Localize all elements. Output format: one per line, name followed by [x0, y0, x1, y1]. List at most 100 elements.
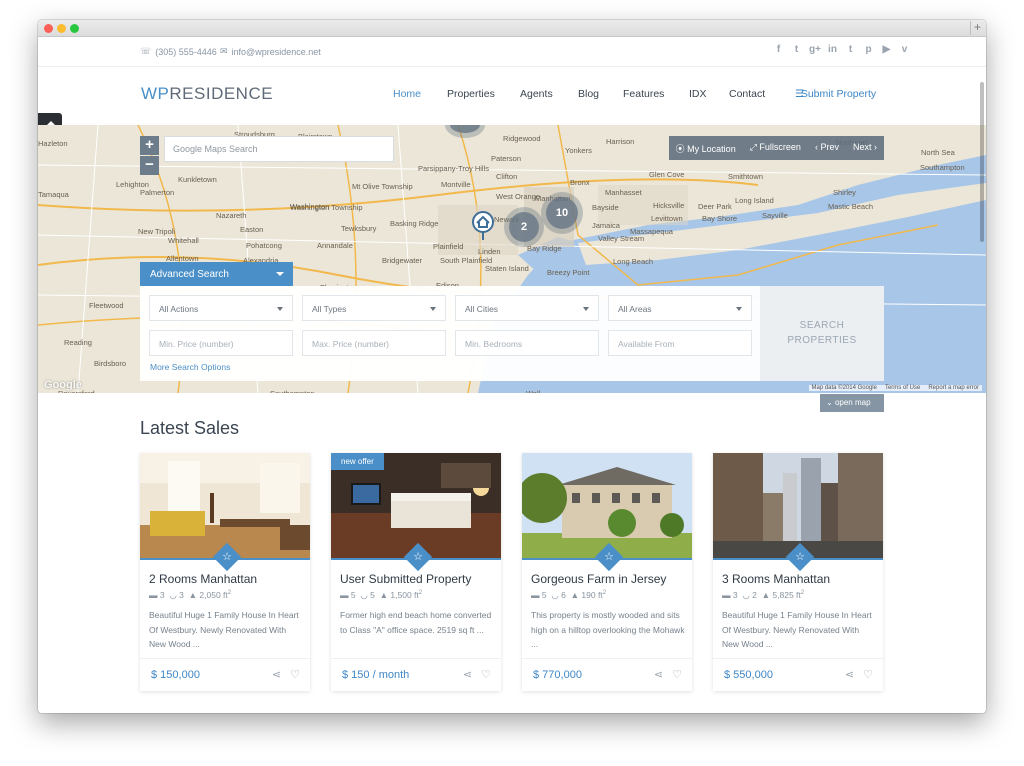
youtube-icon[interactable]: ▶ — [881, 44, 892, 56]
fullscreen-button[interactable]: ⤢ Fullscreen — [743, 136, 808, 160]
map-place-label: Plainfield — [433, 242, 463, 251]
heart-icon[interactable]: ♡ — [481, 668, 491, 681]
max-price-input[interactable]: Max. Price (number) — [302, 330, 446, 356]
top-contact-bar: ☏ (305) 555-4446 ✉ info@wpresidence.net … — [38, 37, 986, 67]
search-properties-button[interactable]: SEARCH PROPERTIES — [760, 286, 884, 381]
social-links: f t g+ in t p ▶ v — [773, 44, 910, 56]
minimize-window-button[interactable] — [57, 24, 66, 33]
site-logo[interactable]: WPRESIDENCE — [141, 84, 273, 104]
tumblr-icon[interactable]: t — [845, 44, 856, 56]
new-tab-button[interactable]: + — [970, 21, 984, 35]
areas-select[interactable]: All Areas — [608, 295, 752, 321]
favorite-star-badge[interactable]: ☆ — [403, 542, 433, 572]
property-title[interactable]: 3 Rooms Manhattan — [722, 572, 830, 586]
share-icon[interactable]: ⋖ — [272, 668, 281, 681]
property-price: $ 150,000 — [151, 669, 200, 681]
property-size: 5,825 ft — [772, 590, 801, 600]
email-address: info@wpresidence.net — [231, 46, 321, 57]
vimeo-icon[interactable]: v — [899, 44, 910, 56]
linkedin-icon[interactable]: in — [827, 44, 838, 56]
property-card[interactable]: ☆ 2 Rooms Manhattan ▬ 3 ◡ 3 ▲ 2,050 ft2 … — [140, 453, 310, 691]
map-controls: ⦿ My Location ⤢ Fullscreen ‹ Prev Next › — [668, 136, 884, 160]
property-title[interactable]: Gorgeous Farm in Jersey — [531, 572, 666, 586]
properties-map[interactable]: HazletonStroudsburgBlairstownRidgewoodHa… — [38, 125, 986, 393]
map-place-label: Mt Olive Township — [352, 182, 413, 191]
advanced-search-toggle[interactable]: Advanced Search — [140, 262, 293, 286]
my-location-button[interactable]: ⦿ My Location — [669, 136, 743, 160]
map-place-label: Birdsboro — [94, 359, 126, 368]
cluster-marker[interactable]: 2 — [509, 212, 539, 242]
submit-property-link[interactable]: ☰ Submit Property — [795, 88, 876, 100]
advanced-search-panel: All Actions All Types All Cities All Are… — [140, 286, 760, 381]
next-button[interactable]: Next › — [846, 136, 884, 160]
property-card[interactable]: ☆ Gorgeous Farm in Jersey ▬ 5 ◡ 6 ▲ 190 … — [522, 453, 692, 691]
google-maps-search-input[interactable]: Google Maps Search — [164, 136, 394, 162]
card-actions: ⋖ ♡ — [654, 668, 682, 681]
favorite-star-badge[interactable]: ☆ — [212, 542, 242, 572]
property-price: $ 550,000 — [724, 669, 773, 681]
share-icon[interactable]: ⋖ — [463, 668, 472, 681]
zoom-window-button[interactable] — [70, 24, 79, 33]
nav-home[interactable]: Home — [393, 88, 421, 100]
map-place-label: West Orange — [496, 192, 540, 201]
map-attribution: Map data ©2014 Google Terms of Use Repor… — [808, 385, 982, 391]
prev-button[interactable]: ‹ Prev — [808, 136, 846, 160]
property-card[interactable]: new offer ☆ User Submitted Property ▬ 5 … — [331, 453, 501, 691]
available-from-input[interactable]: Available From — [608, 330, 752, 356]
property-photo[interactable] — [713, 453, 883, 558]
more-search-options-link[interactable]: More Search Options — [150, 362, 230, 372]
phone-contact[interactable]: ☏ (305) 555-4446 — [140, 46, 217, 57]
heart-icon[interactable]: ♡ — [290, 668, 300, 681]
property-photo[interactable] — [140, 453, 310, 558]
map-place-label: Annandale — [317, 241, 353, 250]
bed-icon: ▬ — [531, 590, 540, 600]
house-marker-icon[interactable] — [471, 211, 495, 241]
cluster-marker[interactable]: 10 — [546, 197, 578, 229]
property-title[interactable]: 2 Rooms Manhattan — [149, 572, 257, 586]
min-bedrooms-input[interactable]: Min. Bedrooms — [455, 330, 599, 356]
favorite-star-badge[interactable]: ☆ — [594, 542, 624, 572]
property-description: Beautiful Huge 1 Family House In Heart O… — [149, 610, 299, 649]
nav-agents[interactable]: Agents — [520, 88, 553, 100]
star-icon: ☆ — [795, 551, 805, 563]
heart-icon[interactable]: ♡ — [672, 668, 682, 681]
twitter-icon[interactable]: t — [791, 44, 802, 56]
actions-select[interactable]: All Actions — [149, 295, 293, 321]
zoom-out-button[interactable]: − — [140, 156, 159, 175]
pinterest-icon[interactable]: p — [863, 44, 874, 56]
cities-select[interactable]: All Cities — [455, 295, 599, 321]
email-contact[interactable]: ✉ info@wpresidence.net — [220, 46, 321, 57]
nav-idx[interactable]: IDX — [689, 88, 707, 100]
min-price-input[interactable]: Min. Price (number) — [149, 330, 293, 356]
map-place-label: Sayville — [762, 211, 788, 220]
nav-properties[interactable]: Properties — [447, 88, 495, 100]
property-photo[interactable] — [522, 453, 692, 558]
nav-features[interactable]: Features — [623, 88, 664, 100]
google-plus-icon[interactable]: g+ — [809, 44, 821, 56]
favorite-star-badge[interactable]: ☆ — [785, 542, 815, 572]
star-icon: ☆ — [413, 551, 423, 563]
nav-blog[interactable]: Blog — [578, 88, 599, 100]
close-window-button[interactable] — [44, 24, 53, 33]
heart-icon[interactable]: ♡ — [863, 668, 873, 681]
map-place-label: Palmerton — [140, 188, 174, 197]
open-map-label: open map — [834, 398, 871, 407]
types-select[interactable]: All Types — [302, 295, 446, 321]
share-icon[interactable]: ⋖ — [654, 668, 663, 681]
nav-contact[interactable]: Contact — [729, 88, 765, 100]
zoom-in-button[interactable]: + — [140, 136, 159, 155]
map-place-label: Fleetwood — [89, 301, 124, 310]
location-pin-icon: ⦿ — [675, 144, 685, 154]
search-button-line1: SEARCH — [799, 320, 845, 331]
share-icon[interactable]: ⋖ — [845, 668, 854, 681]
terms-of-use-link[interactable]: Terms of Use — [885, 385, 920, 391]
property-title[interactable]: User Submitted Property — [340, 572, 471, 586]
page-scrollbar[interactable] — [980, 82, 984, 242]
report-map-error-link[interactable]: Report a map error — [928, 385, 979, 391]
facebook-icon[interactable]: f — [773, 44, 784, 56]
property-card[interactable]: ☆ 3 Rooms Manhattan ▬ 3 ◡ 2 ▲ 5,825 ft2 … — [713, 453, 883, 691]
expand-icon: ⤢ — [749, 142, 757, 152]
bathrooms-count: 6 — [561, 590, 566, 600]
bathrooms-count: 3 — [179, 590, 184, 600]
open-map-button[interactable]: ⌄ open map — [820, 394, 884, 412]
